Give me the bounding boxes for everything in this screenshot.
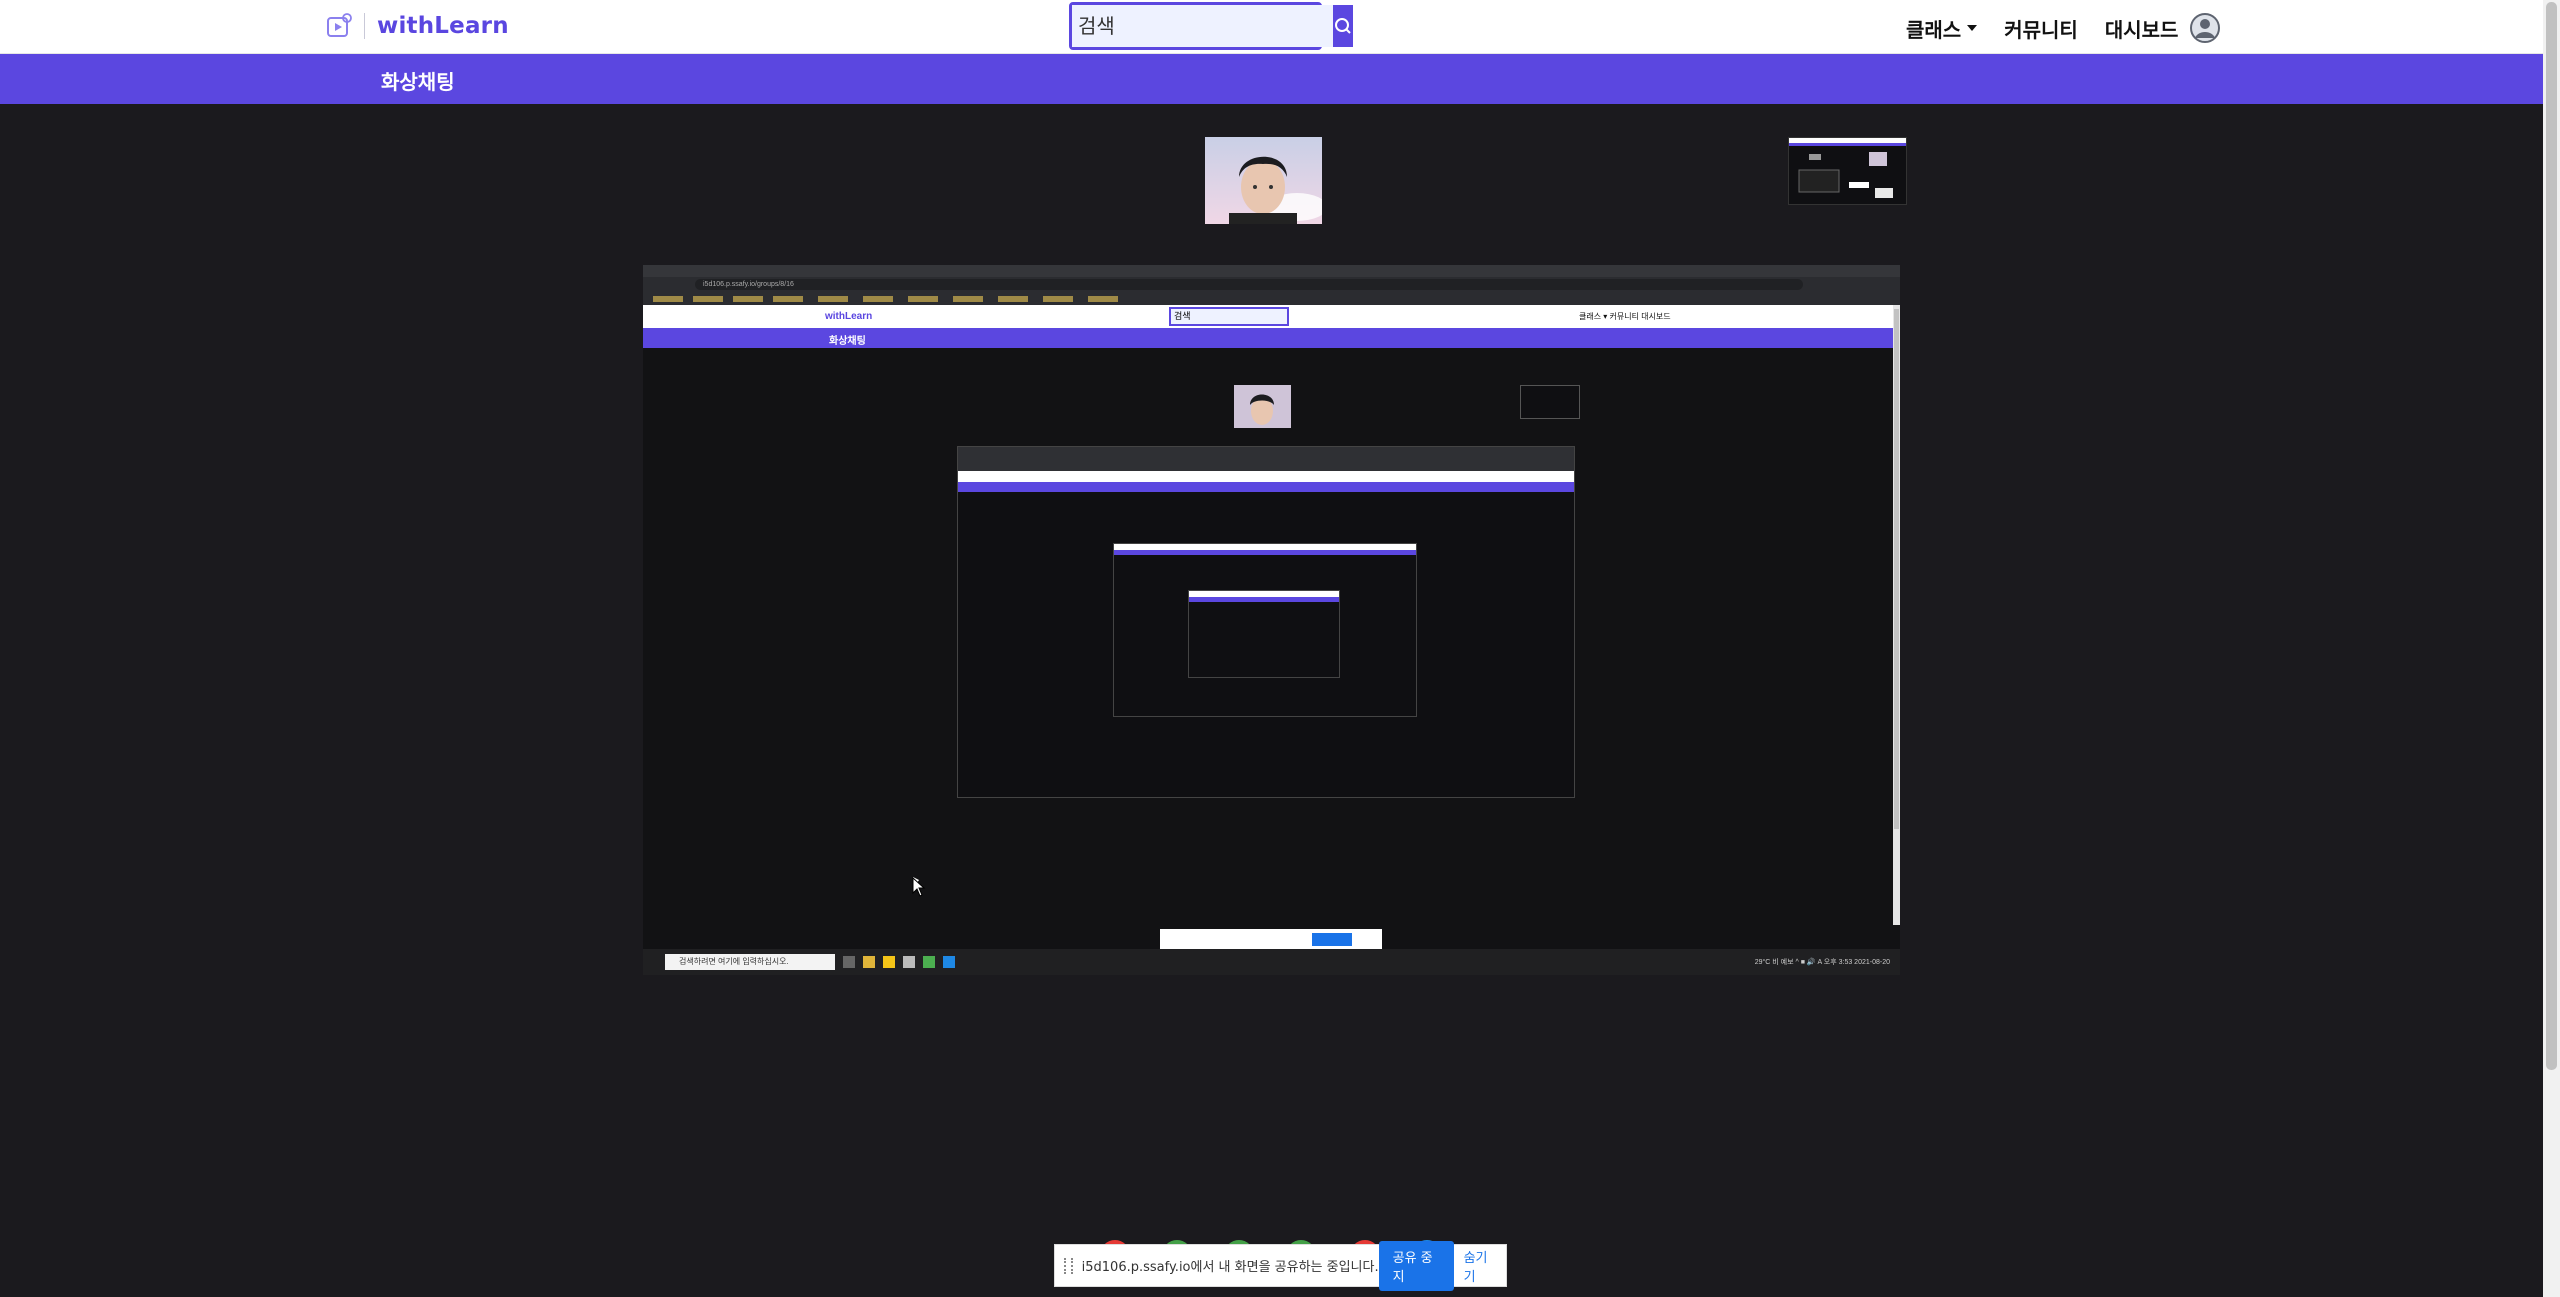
taskbar-icon — [903, 956, 915, 968]
taskbar-icon — [843, 956, 855, 968]
nested-banner — [1189, 597, 1339, 602]
page-title: 화상채팅 — [381, 70, 455, 94]
shared-screen-main[interactable]: i5d106.p.ssafy.io/groups/8/16 withLearn … — [643, 265, 1900, 975]
vscode-icon — [943, 956, 955, 968]
shared-scrollbar — [1893, 305, 1900, 925]
nav-dashboard-label: 대시보드 — [2104, 17, 2179, 42]
shared-search: 검색 — [1169, 307, 1289, 326]
chevron-down-icon — [1967, 25, 1978, 31]
search-icon — [1335, 18, 1351, 34]
browser-address-bar: i5d106.p.ssafy.io/groups/8/16 — [695, 279, 1803, 290]
nested-browser-bar — [958, 447, 1574, 471]
bookmark — [863, 296, 893, 302]
bookmark — [653, 296, 683, 302]
thumbnail-preview — [1789, 138, 1906, 198]
nav-classes-label: 클래스 — [1906, 17, 1962, 42]
search-input[interactable] — [1072, 5, 1333, 47]
nav-dashboard[interactable]: 대시보드 — [2105, 14, 2179, 43]
shared-share-notice — [1160, 929, 1382, 950]
bookmark — [908, 296, 938, 302]
shared-banner-title: 화상채팅 — [829, 336, 866, 347]
chrome-icon — [923, 956, 935, 968]
shared-face — [1250, 394, 1274, 425]
logo-video-icon — [327, 13, 352, 37]
page-scrollbar[interactable] — [2543, 0, 2560, 1297]
top-navbar: withLearn 클래스 커뮤니티 대시보드 — [0, 0, 2543, 54]
nav-menu: 클래스 커뮤니티 대시보드 — [1906, 13, 2221, 43]
bookmark — [693, 296, 723, 302]
browser-tab-strip — [643, 265, 1900, 277]
brand-name: withLearn — [377, 13, 509, 39]
browser-bookmarks-bar — [643, 293, 1900, 305]
nested-banner — [1114, 550, 1416, 555]
folder-icon — [863, 956, 875, 968]
hide-notice-link[interactable]: 숨기기 — [1464, 1247, 1496, 1285]
share-notice-message: i5d106.p.ssafy.io에서 내 화면을 공유하는 중입니다. — [1081, 1260, 1379, 1275]
nested-banner — [958, 482, 1574, 492]
nested-screen-level-2 — [1113, 543, 1417, 717]
shared-stop-button — [1312, 933, 1352, 946]
nav-classes[interactable]: 클래스 — [1906, 14, 1978, 43]
browser-address-row: i5d106.p.ssafy.io/groups/8/16 — [643, 277, 1900, 293]
nested-shared-screen — [957, 446, 1575, 798]
taskbar-search: 검색하려면 여기에 입력하십시오. — [665, 954, 835, 970]
participant-face — [1205, 137, 1322, 224]
search-button[interactable] — [1333, 5, 1353, 47]
participant-video[interactable] — [1205, 137, 1322, 224]
nested-screen-level-3 — [1188, 590, 1340, 678]
taskbar-tray: 29°C 비 예보 ^ ■ 🔊 A 오후 3:53 2021-08-20 — [1754, 959, 1890, 966]
shared-banner: 화상채팅 — [643, 328, 1893, 348]
bookmark — [953, 296, 983, 302]
page-banner: 화상채팅 — [0, 54, 2543, 104]
bookmark — [818, 296, 848, 302]
bookmark — [1043, 296, 1073, 302]
nested-navbar — [958, 471, 1574, 482]
user-avatar-icon[interactable] — [2190, 13, 2221, 43]
nav-community-label: 커뮤니티 — [2004, 17, 2078, 42]
shared-logo: withLearn — [825, 311, 873, 322]
shared-navbar: withLearn 검색 클래스 ▾ 커뮤니티 대시보드 — [643, 305, 1893, 328]
bookmark — [773, 296, 803, 302]
shared-mini-thumbnail — [1520, 385, 1580, 419]
scrollbar-thumb[interactable] — [2546, 2, 2557, 1070]
search-bar — [1069, 2, 1353, 50]
brand-logo[interactable]: withLearn — [326, 10, 509, 42]
bookmark — [1088, 296, 1118, 302]
logo-divider — [364, 13, 365, 39]
mouse-cursor-icon — [912, 877, 926, 897]
screen-share-notice: i5d106.p.ssafy.io에서 내 화면을 공유하는 중입니다. 공유 … — [1054, 1240, 1507, 1291]
shared-taskbar: 검색하려면 여기에 입력하십시오. 29°C 비 예보 ^ ■ 🔊 A 오후 3… — [643, 949, 1900, 975]
nav-community[interactable]: 커뮤니티 — [2004, 14, 2078, 43]
drag-handle-icon[interactable] — [1063, 1256, 1076, 1276]
bookmark — [733, 296, 763, 302]
shared-participant-video — [1234, 385, 1291, 428]
bookmark — [998, 296, 1028, 302]
shared-screen-thumbnail[interactable] — [1788, 137, 1907, 205]
shared-nav-menu: 클래스 ▾ 커뮤니티 대시보드 — [1579, 312, 1671, 321]
kakaotalk-icon — [883, 956, 895, 968]
stop-sharing-button[interactable]: 공유 중지 — [1378, 1240, 1454, 1291]
